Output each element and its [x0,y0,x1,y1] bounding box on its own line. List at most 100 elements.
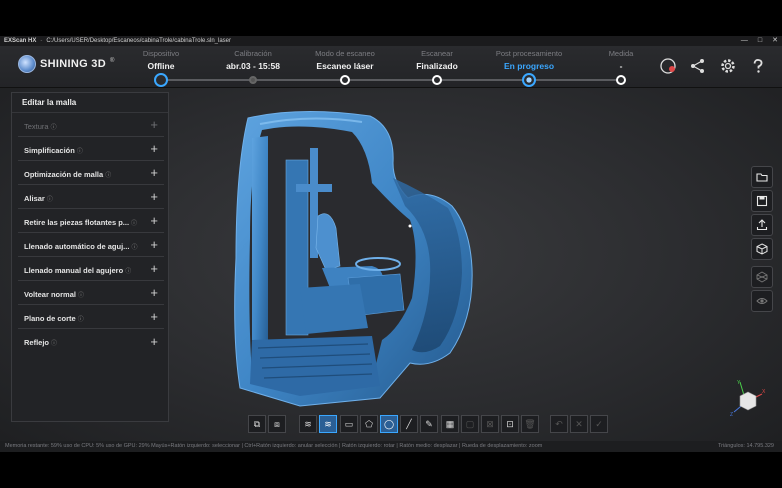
bottom-toolbar-select: ▭ ⬠ ◯ ╱ ✎ [340,415,438,435]
polygon-select-button[interactable]: ⬠ [360,415,378,433]
step-scan-node[interactable] [432,75,442,85]
share-icon[interactable] [688,56,708,76]
info-icon[interactable]: ⓘ [105,173,111,179]
rect-select-button[interactable]: ▭ [340,415,358,433]
save-button[interactable] [751,190,773,212]
app-name: EXScan HX [4,38,37,44]
info-icon[interactable]: ⓘ [131,245,137,251]
folder-icon [756,173,768,182]
expand-icon[interactable]: + [150,286,158,299]
undo-button[interactable]: ↶ [550,415,568,433]
axis-gizmo: Y X Z [730,380,766,418]
step-device-node[interactable] [154,73,168,87]
brush-select-button[interactable]: ✎ [420,415,438,433]
letterbox-top [0,0,782,36]
rectangle-icon: ▭ [344,418,354,429]
layers-button[interactable]: ≋ [299,415,317,433]
info-icon[interactable]: ⓘ [51,341,57,347]
expand-icon[interactable]: + [150,118,158,131]
minimize-button[interactable]: — [741,36,748,46]
letterbox-bottom [0,452,782,488]
status-text: Memoria restante: 59% uso de CPU: 5% uso… [5,443,543,449]
copy-icon: ⧉ [253,418,261,429]
tool-mesh-optimization[interactable]: Optimización de malla ⓘ + [18,161,164,185]
connected-select-button[interactable]: ⊡ [501,415,519,433]
brush-icon: ✎ [425,418,433,429]
info-icon[interactable]: ⓘ [77,149,83,155]
expand-icon[interactable]: + [150,335,158,348]
tool-remove-floating[interactable]: Retire las piezas flotantes p... ⓘ + [18,209,164,233]
tool-simplification[interactable]: Simplificación ⓘ + [18,137,164,161]
bottom-toolbar-layers: ≋ ≋ [299,415,337,435]
header-toolbar [658,56,768,76]
info-icon[interactable]: ⓘ [78,317,84,323]
info-icon[interactable]: ⓘ [125,269,131,275]
close-button[interactable]: ✕ [772,36,778,46]
right-toolbar [751,166,773,314]
step-post-processing-node[interactable] [522,73,536,87]
visibility-button[interactable] [751,290,773,312]
copy-view-button[interactable]: ⧉ [248,415,266,433]
info-icon[interactable]: ⓘ [51,125,57,131]
mesh-display-button[interactable] [751,266,773,288]
connected-icon: ⊡ [506,418,514,429]
step-calibration-node[interactable] [249,76,257,84]
bottom-toolbar-view: ⧉ ⧈ [248,415,286,435]
tool-manual-fill-hole[interactable]: Llenado manual del agujero ⓘ + [18,257,164,281]
tool-texture[interactable]: Textura ⓘ + [18,113,164,137]
expand-icon[interactable]: + [150,190,158,203]
step-scan-mode-node[interactable] [340,75,350,85]
workflow-header: SHINING 3D ® Dispositivo Offline Calibrac… [0,46,782,88]
model-icon[interactable] [658,56,678,76]
axis-x-label: X [762,389,766,395]
deselect-button[interactable]: ▢ [461,415,479,433]
expand-icon[interactable]: + [150,166,158,179]
project-path: C:/Users/USER/Desktop/Escaneos/cabinaTro… [46,38,231,44]
expand-icon[interactable]: + [150,262,158,275]
frame-icon: ⧈ [274,418,280,429]
export-button[interactable] [751,214,773,236]
axis-z-label: Z [730,412,733,418]
line-select-button[interactable]: ╱ [400,415,418,433]
tool-flip-normal[interactable]: Voltear normal ⓘ + [18,281,164,305]
info-icon[interactable]: ⓘ [78,293,84,299]
paste-view-button[interactable]: ⧈ [268,415,286,433]
layers-active-icon: ≋ [324,418,332,429]
title-bar: EXScan HX - C:/Users/USER/Desktop/Escane… [0,36,782,46]
help-icon[interactable] [748,56,768,76]
polygon-icon: ⬠ [365,418,373,429]
info-icon[interactable]: ⓘ [131,221,137,227]
panel-title: Editar la malla [12,93,168,113]
invert-selection-button[interactable]: ⊠ [481,415,499,433]
check-icon: ✓ [595,418,603,429]
tool-smooth[interactable]: Alisar ⓘ + [18,185,164,209]
apply-button[interactable]: ✓ [590,415,608,433]
cancel-button[interactable]: ✕ [570,415,588,433]
layers-selected-button[interactable]: ≋ [319,415,337,433]
info-icon[interactable]: ⓘ [47,197,53,203]
save-icon [756,195,768,207]
tool-auto-fill-holes[interactable]: Llenado automático de aguj... ⓘ + [18,233,164,257]
delete-selection-button[interactable]: 🗑 [521,415,539,433]
tool-cut-plane[interactable]: Plano de corte ⓘ + [18,305,164,329]
lasso-select-button[interactable]: ◯ [380,415,398,433]
select-all-button[interactable]: ▦ [441,415,459,433]
undo-icon: ↶ [555,418,563,429]
expand-icon[interactable]: + [150,310,158,323]
eye-icon [756,298,768,304]
maximize-button[interactable]: □ [758,36,762,46]
cube-icon [756,243,768,255]
tool-mirror[interactable]: Reflejo ⓘ + [18,329,164,353]
layers-icon: ≋ [304,418,312,429]
step-measure-node[interactable] [616,75,626,85]
edit-mesh-panel: Editar la malla Textura ⓘ + Simplificació… [11,92,169,422]
expand-icon[interactable]: + [150,238,158,251]
view-cube-button[interactable] [751,238,773,260]
settings-icon[interactable] [718,56,738,76]
bottom-toolbar-selection-ops: ▦ ▢ ⊠ ⊡ 🗑 [441,415,539,435]
expand-icon[interactable]: + [150,142,158,155]
status-bar: Memoria restante: 59% uso de CPU: 5% uso… [0,441,782,452]
open-folder-button[interactable] [751,166,773,188]
expand-icon[interactable]: + [150,214,158,227]
triangle-count: Triángulos: 14.795.329 [717,443,774,449]
